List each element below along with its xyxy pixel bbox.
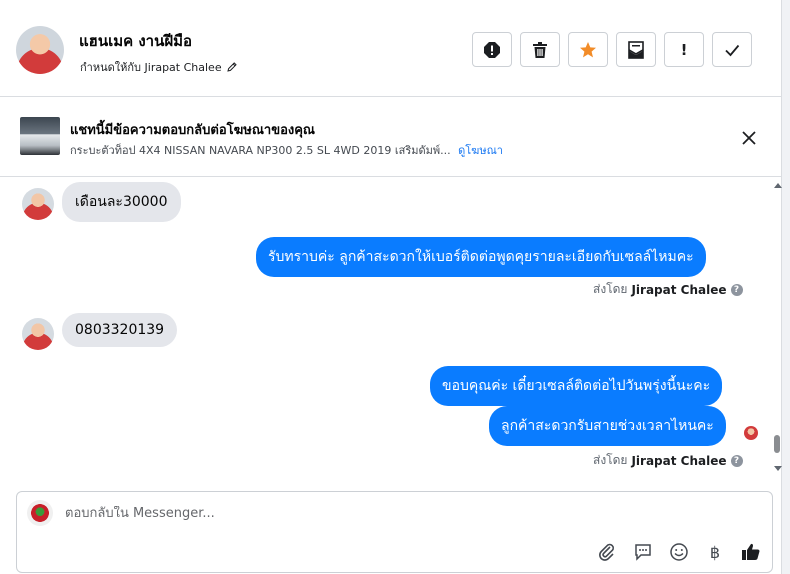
message-bubble-outgoing: รับทราบค่ะ ลูกค้าสะดวกให้เบอร์ติดต่อพูดค… (256, 237, 706, 277)
exclamation-icon: ! (680, 40, 688, 59)
mark-done-button[interactable] (712, 32, 752, 67)
scroll-down-arrow-icon[interactable] (774, 466, 782, 471)
ad-description: กระบะตัวท็อป 4X4 NISSAN NAVARA NP300 2.5… (70, 144, 451, 157)
sent-by-name: Jirapat Chalee (631, 282, 727, 297)
trash-icon (533, 41, 547, 58)
contact-avatar[interactable] (16, 26, 64, 74)
help-icon[interactable]: ? (730, 454, 743, 467)
scrollbar-thumb[interactable] (774, 435, 780, 453)
conversation-panel: แฮนเมค งานฝีมือ กำหนดให้กับ Jirapat Chal… (0, 0, 782, 574)
attach-button[interactable] (595, 540, 619, 564)
mark-spam-button[interactable] (472, 32, 512, 67)
paperclip-icon (599, 543, 614, 561)
scroll-up-arrow-icon[interactable] (774, 183, 782, 188)
sender-avatar[interactable] (22, 188, 54, 220)
assignment-line[interactable]: กำหนดให้กับ Jirapat Chalee (80, 58, 238, 76)
ad-reply-banner: แชทนี้มีข้อความตอบกลับต่อโฆษณาของคุณ กระ… (0, 97, 782, 177)
emoji-button[interactable] (667, 540, 691, 564)
delete-button[interactable] (520, 32, 560, 67)
contact-name[interactable]: แฮนเมค งานฝีมือ (79, 29, 192, 53)
thumbs-up-icon (742, 543, 760, 560)
message-composer: ฿ (16, 491, 773, 573)
conversation-header: แฮนเมค งานฝีมือ กำหนดให้กับ Jirapat Chal… (0, 0, 782, 97)
alert-icon (484, 41, 500, 58)
reply-input[interactable] (65, 506, 725, 521)
saved-replies-button[interactable] (631, 540, 655, 564)
star-button[interactable] (568, 32, 608, 67)
close-icon[interactable] (740, 129, 758, 147)
window-edge (782, 0, 790, 574)
assigned-to-label: กำหนดให้กับ Jirapat Chalee (80, 61, 222, 74)
check-icon (725, 44, 740, 56)
help-icon[interactable]: ? (730, 283, 743, 296)
composer-tools: ฿ (595, 540, 763, 564)
chat-bubble-icon (635, 544, 651, 561)
page-avatar (27, 500, 53, 526)
ad-thumbnail[interactable] (20, 117, 60, 155)
mark-unread-icon (628, 40, 644, 59)
sender-avatar[interactable] (22, 318, 54, 350)
pencil-icon[interactable] (226, 61, 238, 73)
message-bubble-incoming: เดือนละ30000 (62, 182, 181, 222)
mark-unread-button[interactable] (616, 32, 656, 67)
banner-title: แชทนี้มีข้อความตอบกลับต่อโฆษณาของคุณ (70, 123, 315, 138)
seen-indicator-avatar (744, 426, 758, 440)
message-bubble-outgoing: ลูกค้าสะดวกรับสายช่วงเวลาไหนคะ (489, 406, 726, 446)
follow-up-button[interactable]: ! (664, 32, 704, 67)
conversation-actions: ! (472, 32, 752, 67)
like-button[interactable] (739, 540, 763, 564)
message-bubble-outgoing: ขอบคุณค่ะ เดี๋ยวเซลล์ติดต่อไปวันพรุ่งนี้… (430, 366, 723, 406)
sent-by-name: Jirapat Chalee (631, 453, 727, 468)
sent-by-prefix: ส่งโดย (593, 282, 628, 296)
message-bubble-incoming: 0803320139 (62, 313, 178, 347)
payment-button[interactable]: ฿ (703, 540, 727, 564)
smiley-icon (670, 543, 688, 561)
sent-by-label: ส่งโดย Jirapat Chalee ? (593, 280, 743, 299)
baht-icon: ฿ (709, 542, 721, 562)
view-ad-link[interactable]: ดูโฆษณา (458, 144, 503, 157)
banner-subtitle: กระบะตัวท็อป 4X4 NISSAN NAVARA NP300 2.5… (70, 141, 503, 159)
sent-by-label: ส่งโดย Jirapat Chalee ? (593, 451, 743, 470)
star-icon (580, 41, 596, 57)
sent-by-prefix: ส่งโดย (593, 453, 628, 467)
